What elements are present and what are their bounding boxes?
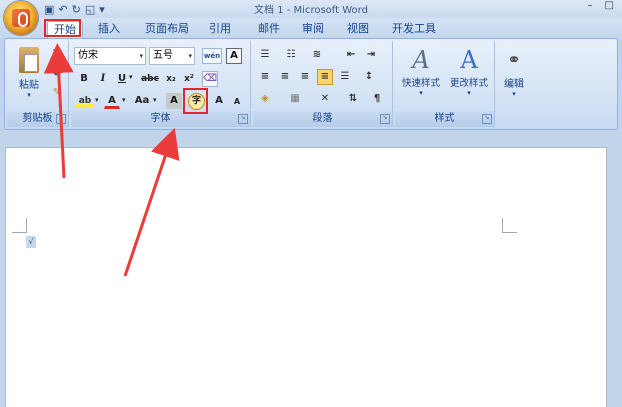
font-color-button[interactable]: A	[104, 93, 120, 109]
format-painter-icon[interactable]: ✎	[49, 85, 65, 101]
increase-indent-icon[interactable]: ⇥	[363, 47, 379, 63]
align-left-icon[interactable]: ≡	[257, 69, 273, 85]
show-marks-icon[interactable]: ¶	[369, 91, 385, 107]
font-size-dropdown-icon: ▾	[188, 52, 192, 60]
copy-icon[interactable]: ⧉	[49, 65, 65, 81]
office-button[interactable]	[4, 1, 38, 35]
group-styles: A 快速样式 ▾ A 更改样式 ▾ 样式 ↘	[395, 41, 495, 127]
line-spacing-icon[interactable]: ↕	[361, 69, 377, 85]
paste-icon	[19, 47, 39, 73]
paragraph-launcher-icon[interactable]: ↘	[380, 114, 390, 124]
window-controls: – □	[588, 0, 614, 11]
grow-font-button[interactable]: A	[211, 93, 227, 109]
editing-label: 编辑	[504, 79, 524, 90]
tab-view[interactable]: 视图	[347, 21, 369, 37]
quick-access-toolbar: ▣ ↶ ↻ ◱ ▾	[44, 1, 105, 17]
text-checkmark: √	[26, 236, 36, 248]
group-clipboard: 粘贴 ▾ ✂ ⧉ ✎ 剪贴板 ↘	[7, 41, 69, 127]
sort-icon[interactable]: ⇅	[345, 91, 361, 107]
borders-icon[interactable]: ▦	[287, 91, 303, 107]
editing-dropdown-icon: ▾	[512, 90, 516, 98]
highlight-box-enclose-button	[183, 88, 208, 114]
print-preview-icon[interactable]: ◱	[85, 3, 95, 16]
change-styles-icon: A	[460, 46, 478, 74]
document-page[interactable]	[6, 148, 606, 407]
numbering-icon[interactable]: ☷	[283, 47, 299, 63]
font-name-value: 仿宋	[78, 50, 98, 61]
font-name-combo[interactable]: 仿宋 ▾	[74, 47, 146, 65]
bold-button[interactable]: B	[76, 71, 92, 87]
paste-label: 粘贴	[19, 80, 39, 91]
change-styles-label: 更改样式	[449, 78, 488, 89]
change-case-button[interactable]: Aa	[131, 93, 153, 109]
undo-icon[interactable]: ↶	[58, 3, 67, 16]
font-name-dropdown-icon: ▾	[139, 52, 143, 60]
shading-icon[interactable]: ◈	[257, 91, 273, 107]
maximize-button[interactable]: □	[605, 0, 614, 11]
change-styles-button[interactable]: A 更改样式 ▾	[445, 45, 493, 107]
margin-corner-top-left	[12, 218, 27, 233]
clear-formatting-icon[interactable]: ⌫	[202, 71, 218, 87]
redo-icon[interactable]: ↻	[72, 3, 81, 16]
font-size-combo[interactable]: 五号 ▾	[149, 47, 195, 65]
distributed-icon[interactable]: ☰	[337, 69, 353, 85]
quick-styles-label: 快速样式	[401, 78, 440, 89]
ribbon-tabs: 开始 插入 页面布局 引用 邮件 审阅 视图 开发工具	[0, 18, 622, 39]
quick-styles-button[interactable]: A 快速样式 ▾	[397, 45, 445, 107]
underline-dropdown-icon[interactable]: ▾	[129, 73, 133, 81]
paste-dropdown-icon: ▾	[27, 91, 31, 99]
font-color-dropdown-icon[interactable]: ▾	[122, 96, 126, 104]
character-shading-button[interactable]: A	[166, 93, 182, 109]
justify-icon[interactable]: ≡	[317, 69, 333, 85]
group-editing: ⚭ 编辑 ▾	[497, 41, 531, 127]
align-center-icon[interactable]: ≡	[277, 69, 293, 85]
font-size-value: 五号	[153, 50, 173, 61]
qat-dropdown-icon[interactable]: ▾	[99, 3, 105, 16]
minimize-button[interactable]: –	[588, 0, 593, 11]
paragraph-group-label: 段落	[253, 111, 392, 127]
tab-mailings[interactable]: 邮件	[258, 21, 280, 37]
superscript-button[interactable]: x²	[181, 71, 197, 87]
paste-button[interactable]: 粘贴 ▾	[11, 45, 47, 105]
office-logo-icon	[12, 9, 30, 27]
underline-button[interactable]: U	[114, 71, 130, 87]
strikethrough-button[interactable]: abc	[140, 71, 160, 87]
styles-launcher-icon[interactable]: ↘	[482, 114, 492, 124]
cut-icon[interactable]: ✂	[49, 45, 65, 61]
quick-styles-dropdown-icon: ▾	[419, 89, 423, 97]
styles-group-label: 样式	[395, 111, 494, 127]
chinese-layout-icon[interactable]: ✕	[317, 91, 333, 107]
highlight-dropdown-icon[interactable]: ▾	[95, 96, 99, 104]
tab-developer[interactable]: 开发工具	[392, 21, 436, 37]
quick-styles-icon: A	[412, 46, 430, 74]
font-launcher-icon[interactable]: ↘	[238, 114, 248, 124]
italic-button[interactable]: I	[95, 71, 111, 87]
tab-review[interactable]: 审阅	[302, 21, 324, 37]
highlight-button[interactable]: ab	[76, 93, 94, 109]
font-group-label: 字体	[71, 111, 250, 127]
bullets-icon[interactable]: ☰	[257, 47, 273, 63]
tab-page-layout[interactable]: 页面布局	[145, 21, 189, 37]
shrink-font-button[interactable]: A	[229, 94, 245, 110]
editing-button[interactable]: ⚭ 编辑 ▾	[497, 45, 531, 107]
group-font: 仿宋 ▾ 五号 ▾ wén A B I U ▾ abc x₂ x² ⌫ ab ▾ A…	[71, 41, 251, 127]
subscript-button[interactable]: x₂	[163, 71, 179, 87]
title-bar: 文档 1 - Microsoft Word ▣ ↶ ↻ ◱ ▾ – □	[0, 0, 622, 18]
align-right-icon[interactable]: ≡	[297, 69, 313, 85]
change-case-dropdown-icon[interactable]: ▾	[153, 96, 157, 104]
decrease-indent-icon[interactable]: ⇤	[343, 47, 359, 63]
multilevel-list-icon[interactable]: ≋	[309, 47, 325, 63]
phonetic-guide-button[interactable]: wén	[202, 48, 222, 64]
character-border-button[interactable]: A	[226, 48, 242, 64]
margin-corner-top-right	[502, 218, 517, 233]
group-paragraph: ☰ ☷ ≋ ⇤ ⇥ ≡ ≡ ≡ ≡ ☰ ↕ ◈ ▦ ✕ ⇅ ¶ 段落 ↘	[253, 41, 393, 127]
clipboard-launcher-icon[interactable]: ↘	[56, 114, 66, 124]
tab-references[interactable]: 引用	[209, 21, 231, 37]
highlight-box-home-tab	[44, 19, 81, 37]
change-styles-dropdown-icon: ▾	[467, 89, 471, 97]
save-icon[interactable]: ▣	[44, 3, 54, 16]
ribbon: 粘贴 ▾ ✂ ⧉ ✎ 剪贴板 ↘ 仿宋 ▾ 五号 ▾ wén A B I U ▾ a…	[4, 38, 618, 130]
binoculars-icon: ⚭	[507, 50, 521, 69]
tab-insert[interactable]: 插入	[98, 21, 120, 37]
